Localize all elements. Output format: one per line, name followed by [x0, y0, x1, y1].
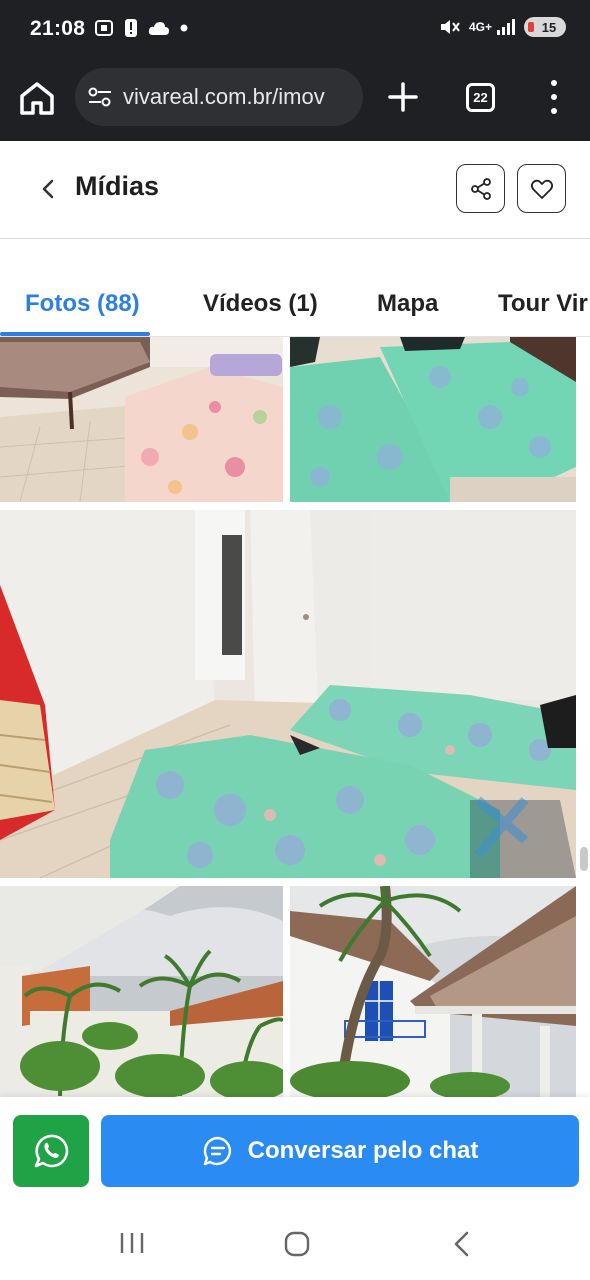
photo-twin-beds[interactable]: [290, 337, 576, 502]
battery-indicator: 15: [524, 17, 566, 37]
photo-room-two-beds[interactable]: [0, 510, 576, 878]
browser-toolbar: vivareal.com.br/imov 22: [0, 66, 590, 128]
gallery-scrollbar[interactable]: [580, 847, 588, 871]
tab-videos[interactable]: Vídeos (1): [203, 290, 318, 318]
site-settings-icon[interactable]: [87, 86, 113, 108]
twin-beds-photo: [290, 337, 576, 502]
mute-icon: [440, 20, 460, 34]
browser-menu-button[interactable]: [544, 80, 564, 114]
home-nav-icon[interactable]: [284, 1231, 310, 1257]
media-tabs: Fotos (88) Vídeos (1) Mapa Tour Vir: [0, 240, 590, 337]
favorite-button[interactable]: [517, 164, 566, 213]
tab-mapa[interactable]: Mapa: [377, 290, 438, 318]
cloud-icon: [148, 22, 169, 35]
address-bar[interactable]: vivareal.com.br/imov: [75, 68, 363, 126]
bedroom-photo: [0, 337, 283, 502]
active-tab-indicator: [0, 332, 150, 336]
recent-apps-icon[interactable]: [119, 1231, 145, 1255]
status-time: 21:08: [30, 17, 86, 40]
chat-button-label: Conversar pelo chat: [247, 1137, 479, 1164]
chat-button[interactable]: Conversar pelo chat: [101, 1115, 579, 1187]
tab-count: 22: [473, 90, 488, 105]
home-icon[interactable]: [18, 80, 56, 116]
back-nav-icon[interactable]: [452, 1231, 472, 1257]
dot-icon: [180, 24, 188, 32]
status-system-icons: 4G+ 15: [439, 17, 566, 37]
contact-action-bar: Conversar pelo chat: [0, 1097, 590, 1203]
network-label: 4G+: [468, 20, 492, 34]
photo-house-exterior[interactable]: [290, 886, 576, 1097]
back-icon[interactable]: [38, 175, 58, 203]
url-text: vivareal.com.br/imov: [123, 84, 325, 109]
heart-icon: [530, 179, 553, 199]
tab-switcher-button[interactable]: 22: [466, 83, 495, 112]
system-nav-bar: [0, 1203, 590, 1280]
chat-bubble-icon: [203, 1136, 231, 1166]
page-header: Mídias: [0, 141, 590, 239]
palm-trees-photo: [0, 886, 283, 1097]
screenshot-icon: [95, 20, 113, 36]
browser-chrome: 21:08 4G+ 15 vivareal.com.br/imov 22: [0, 0, 590, 141]
whatsapp-button[interactable]: [13, 1115, 89, 1187]
new-tab-icon[interactable]: [386, 80, 420, 114]
status-bar: 21:08 4G+ 15: [0, 0, 590, 60]
photo-gallery: [0, 337, 590, 1097]
alert-icon: [125, 19, 137, 37]
status-notifications: [94, 18, 188, 38]
whatsapp-icon: [34, 1134, 69, 1168]
share-button[interactable]: [456, 164, 505, 213]
tab-tour-virtual[interactable]: Tour Vir: [498, 290, 588, 318]
signal-icon: [497, 19, 515, 35]
photo-bedroom[interactable]: [0, 337, 283, 502]
share-icon: [470, 177, 491, 200]
photo-palm-trees[interactable]: [0, 886, 283, 1097]
tab-fotos[interactable]: Fotos (88): [25, 290, 140, 318]
page-title: Mídias: [75, 171, 160, 201]
room-two-beds-photo: [0, 510, 576, 878]
battery-level: 15: [541, 19, 557, 35]
house-exterior-photo: [290, 886, 576, 1097]
